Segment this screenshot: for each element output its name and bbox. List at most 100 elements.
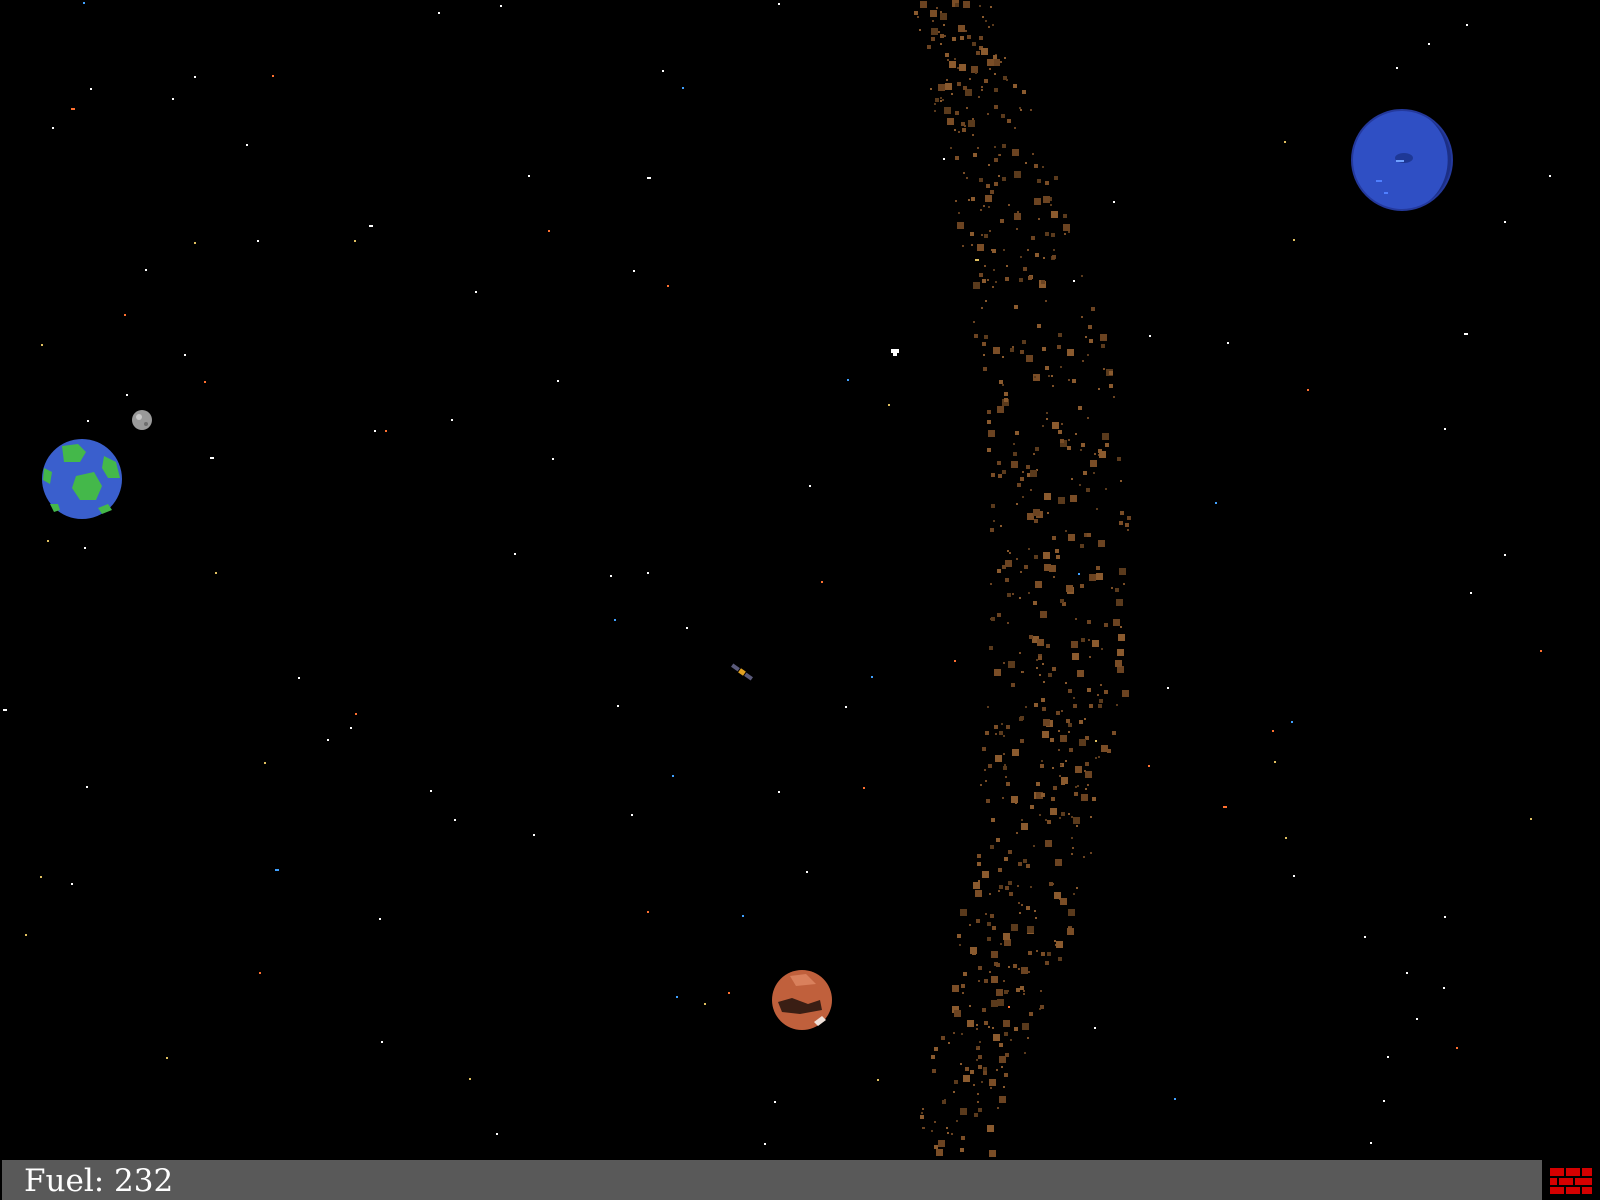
star (1444, 916, 1446, 918)
asteroid (1002, 797, 1004, 799)
asteroid (1003, 753, 1005, 755)
asteroid (1090, 460, 1097, 467)
asteroid (985, 780, 987, 782)
star (617, 705, 619, 707)
asteroid (1058, 497, 1065, 504)
asteroid (1083, 856, 1085, 858)
asteroid (988, 764, 992, 768)
asteroid (1043, 552, 1050, 559)
asteroid (996, 963, 1000, 967)
asteroid (1060, 898, 1067, 905)
star (246, 144, 248, 146)
asteroid (930, 10, 937, 17)
asteroid (1033, 509, 1040, 516)
asteroid (1103, 368, 1105, 370)
asteroid (978, 1065, 982, 1069)
star (381, 1041, 383, 1043)
asteroid (965, 1067, 969, 1071)
asteroid (997, 406, 1004, 413)
asteroid (961, 984, 965, 988)
asteroid (950, 147, 952, 149)
star (1549, 175, 1551, 177)
asteroid (1119, 521, 1123, 525)
asteroid (1089, 574, 1096, 581)
asteroid (1117, 666, 1124, 673)
asteroid (1032, 153, 1034, 155)
asteroid (1087, 417, 1089, 419)
star (1149, 335, 1151, 337)
asteroid (990, 528, 994, 532)
asteroid (993, 269, 995, 271)
asteroid (991, 473, 995, 477)
asteroid (973, 1084, 975, 1086)
asteroid (1072, 653, 1079, 660)
asteroid (1021, 819, 1023, 821)
asteroid (1099, 451, 1106, 458)
asteroid (985, 195, 992, 202)
asteroid (1023, 993, 1025, 995)
asteroid (1065, 682, 1067, 684)
star (847, 379, 849, 381)
game-viewport[interactable]: Fuel: 232 (0, 0, 1600, 1200)
star (184, 354, 186, 356)
asteroid (980, 209, 982, 211)
star (210, 457, 214, 459)
asteroid (1035, 447, 1039, 451)
asteroid (1018, 862, 1022, 866)
asteroid (958, 212, 960, 214)
star (667, 285, 669, 287)
asteroid (994, 105, 998, 109)
star (672, 775, 674, 777)
asteroid (1016, 832, 1018, 834)
asteroid (1027, 249, 1029, 251)
asteroid (1043, 196, 1050, 203)
star (83, 2, 85, 4)
asteroid (960, 909, 967, 916)
asteroid (1050, 738, 1054, 742)
star (25, 934, 27, 936)
asteroid (995, 755, 1002, 762)
asteroid (1000, 525, 1002, 527)
asteroid (1043, 257, 1045, 259)
asteroid (960, 1063, 962, 1065)
star (272, 75, 274, 77)
star (1504, 554, 1506, 556)
asteroid (941, 1036, 945, 1040)
asteroid (1080, 449, 1082, 451)
asteroid (1027, 513, 1034, 520)
star (1223, 806, 1227, 808)
asteroid (1007, 119, 1011, 123)
asteroid (987, 1125, 994, 1132)
asteroid (1092, 640, 1099, 647)
star (1285, 837, 1287, 839)
asteroid (1042, 707, 1046, 711)
star (548, 230, 550, 232)
asteroid (1001, 723, 1003, 725)
asteroid (1058, 957, 1062, 961)
star (821, 581, 823, 583)
asteroid (1036, 667, 1038, 669)
asteroid (1020, 477, 1024, 481)
star (41, 344, 43, 346)
asteroid (1011, 796, 1018, 803)
asteroid (978, 966, 982, 970)
asteroid (1122, 690, 1129, 697)
asteroid (1039, 814, 1041, 816)
asteroid (1087, 354, 1089, 356)
asteroid (996, 838, 1000, 842)
satellite-ship[interactable] (731, 663, 754, 681)
asteroid (1011, 461, 1018, 468)
asteroid (989, 1150, 996, 1157)
asteroid (971, 244, 973, 246)
asteroid (994, 146, 996, 148)
asteroid (998, 868, 1002, 872)
asteroid (1001, 1099, 1005, 1103)
space-scene[interactable] (0, 0, 1600, 1160)
asteroid (1014, 127, 1016, 129)
asteroid (1058, 430, 1062, 434)
asteroid (917, 16, 919, 18)
asteroid (984, 79, 988, 83)
asteroid (984, 234, 988, 238)
asteroid (922, 1108, 924, 1110)
asteroid (1002, 384, 1004, 386)
